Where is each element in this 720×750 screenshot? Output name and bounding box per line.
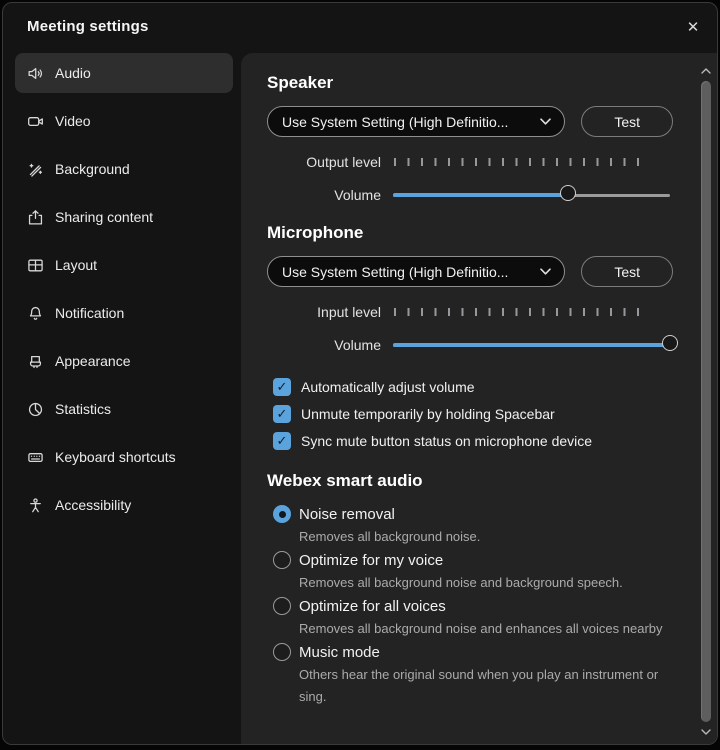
bell-icon — [27, 305, 44, 322]
speaker-volume-label: Volume — [267, 187, 393, 203]
checkbox-sync-mute-button[interactable]: ✓ Sync mute button status on microphone … — [267, 427, 673, 454]
camera-icon — [27, 113, 44, 130]
sidebar-item-label: Accessibility — [55, 497, 131, 513]
radio-description: Removes all background noise. — [267, 526, 673, 548]
magic-wand-icon — [27, 161, 44, 178]
sidebar-item-accessibility[interactable]: Accessibility — [15, 485, 233, 525]
sidebar-item-label: Appearance — [55, 353, 131, 369]
scroll-up-icon[interactable] — [697, 63, 715, 79]
microphone-device-value: Use System Setting (High Definitio... — [282, 264, 532, 280]
sidebar-item-video[interactable]: Video — [15, 101, 233, 141]
sidebar-item-label: Statistics — [55, 401, 111, 417]
sidebar-item-label: Keyboard shortcuts — [55, 449, 176, 465]
sidebar-item-label: Audio — [55, 65, 91, 81]
radio-description: Removes all background noise and backgro… — [267, 572, 673, 594]
input-level-meter — [394, 308, 641, 316]
paintbrush-icon — [27, 353, 44, 370]
dialog-title: Meeting settings — [27, 18, 149, 35]
radio-description: Others hear the original sound when you … — [267, 664, 673, 708]
checkbox-unmute-spacebar[interactable]: ✓ Unmute temporarily by holding Spacebar — [267, 400, 673, 427]
chevron-down-icon — [540, 118, 551, 125]
sidebar-item-label: Video — [55, 113, 91, 129]
microphone-volume-thumb[interactable] — [662, 335, 678, 351]
scrollbar-thumb[interactable] — [701, 81, 711, 722]
output-level-meter — [394, 158, 641, 166]
smart-audio-heading: Webex smart audio — [267, 471, 673, 491]
meeting-settings-dialog: Meeting settings ✕ Audio Video Backgroun… — [2, 2, 718, 745]
checkbox-checked-icon[interactable]: ✓ — [273, 378, 291, 396]
speaker-device-dropdown[interactable]: Use System Setting (High Definitio... — [267, 106, 565, 137]
speaker-icon — [27, 65, 44, 82]
speaker-test-button[interactable]: Test — [581, 106, 673, 137]
sidebar-item-layout[interactable]: Layout — [15, 245, 233, 285]
radio-music-mode[interactable]: Music mode — [267, 640, 673, 664]
sidebar-item-appearance[interactable]: Appearance — [15, 341, 233, 381]
pie-chart-icon — [27, 401, 44, 418]
radio-description: Removes all background noise and enhance… — [267, 618, 673, 640]
sidebar-item-label: Sharing content — [55, 209, 153, 225]
sidebar-item-label: Notification — [55, 305, 124, 321]
checkbox-checked-icon[interactable]: ✓ — [273, 405, 291, 423]
radio-unselected-icon[interactable] — [273, 551, 291, 569]
sidebar-item-label: Background — [55, 161, 130, 177]
share-icon — [27, 209, 44, 226]
input-level-label: Input level — [267, 304, 393, 320]
person-icon — [27, 497, 44, 514]
radio-selected-icon[interactable] — [273, 505, 291, 523]
radio-unselected-icon[interactable] — [273, 597, 291, 615]
radio-optimize-all-voices[interactable]: Optimize for all voices — [267, 594, 673, 618]
sidebar-item-background[interactable]: Background — [15, 149, 233, 189]
audio-settings-panel: Speaker Use System Setting (High Definit… — [241, 53, 717, 744]
output-level-label: Output level — [267, 154, 393, 170]
scroll-down-icon[interactable] — [697, 724, 715, 740]
radio-unselected-icon[interactable] — [273, 643, 291, 661]
sidebar-item-label: Layout — [55, 257, 97, 273]
sidebar-item-keyboard-shortcuts[interactable]: Keyboard shortcuts — [15, 437, 233, 477]
microphone-heading: Microphone — [267, 223, 673, 243]
panel-scrollbar[interactable] — [697, 59, 715, 742]
radio-optimize-my-voice[interactable]: Optimize for my voice — [267, 548, 673, 572]
microphone-test-button[interactable]: Test — [581, 256, 673, 287]
checkbox-auto-adjust-volume[interactable]: ✓ Automatically adjust volume — [267, 373, 673, 400]
sidebar-item-notification[interactable]: Notification — [15, 293, 233, 333]
close-icon[interactable]: ✕ — [681, 15, 705, 39]
microphone-device-dropdown[interactable]: Use System Setting (High Definitio... — [267, 256, 565, 287]
microphone-volume-slider[interactable] — [393, 337, 670, 353]
sidebar-item-sharing-content[interactable]: Sharing content — [15, 197, 233, 237]
speaker-heading: Speaker — [267, 73, 673, 93]
radio-noise-removal[interactable]: Noise removal — [267, 502, 673, 526]
microphone-volume-label: Volume — [267, 337, 393, 353]
grid-icon — [27, 257, 44, 274]
sidebar-item-statistics[interactable]: Statistics — [15, 389, 233, 429]
settings-sidebar: Audio Video Background Sharing content L… — [15, 53, 233, 533]
speaker-volume-thumb[interactable] — [560, 185, 576, 201]
checkbox-checked-icon[interactable]: ✓ — [273, 432, 291, 450]
sidebar-item-audio[interactable]: Audio — [15, 53, 233, 93]
keyboard-icon — [27, 449, 44, 466]
speaker-volume-slider[interactable] — [393, 187, 670, 203]
chevron-down-icon — [540, 268, 551, 275]
speaker-device-value: Use System Setting (High Definitio... — [282, 114, 532, 130]
